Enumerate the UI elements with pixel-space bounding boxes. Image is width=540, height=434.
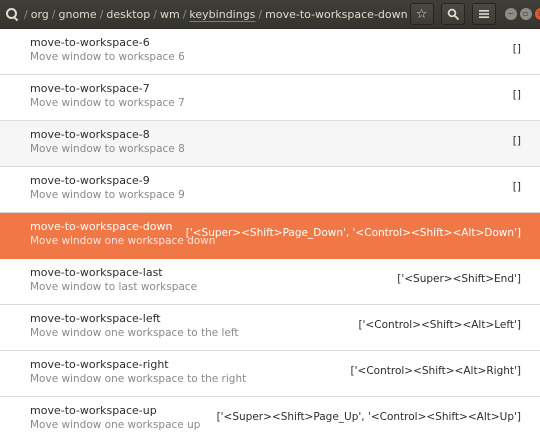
key-description: Move window to workspace 9 (30, 189, 185, 201)
key-description: Move window to workspace 8 (30, 143, 185, 155)
path-separator: / (258, 7, 263, 21)
breadcrumb-keybindings[interactable]: keybindings (189, 8, 255, 21)
key-name: move-to-workspace-6 (30, 36, 150, 49)
search-icon (447, 8, 459, 20)
breadcrumb-desktop[interactable]: desktop (106, 8, 150, 21)
key-name: move-to-workspace-up (30, 404, 157, 417)
key-value: ['<Control><Shift><Alt>Right'] (350, 365, 521, 377)
list-item-move-to-workspace-8[interactable]: move-to-workspace-8 Move window to works… (0, 121, 540, 167)
list-item-move-to-workspace-7[interactable]: move-to-workspace-7 Move window to works… (0, 75, 540, 121)
key-list: move-to-workspace-6 Move window to works… (0, 29, 540, 434)
key-description: Move window one workspace up (30, 419, 201, 431)
list-item-move-to-workspace-last[interactable]: move-to-workspace-last Move window to la… (0, 259, 540, 305)
dconf-editor-window: / org / gnome / desktop / wm / keybindin… (0, 0, 540, 434)
key-name: move-to-workspace-8 (30, 128, 150, 141)
key-description: Move window to workspace 7 (30, 97, 185, 109)
list-item-move-to-workspace-6[interactable]: move-to-workspace-6 Move window to works… (0, 29, 540, 75)
breadcrumb-gnome[interactable]: gnome (58, 8, 96, 21)
key-name: move-to-workspace-9 (30, 174, 150, 187)
key-value: [] (512, 89, 521, 101)
key-name: move-to-workspace-left (30, 312, 161, 325)
search-button[interactable] (440, 3, 465, 25)
path-separator: / (153, 7, 157, 21)
header-bar: / org / gnome / desktop / wm / keybindin… (0, 0, 540, 29)
key-name: move-to-workspace-7 (30, 82, 150, 95)
path-separator: / (24, 7, 28, 21)
path-separator: / (51, 7, 56, 21)
key-description: Move window to last workspace (30, 281, 198, 293)
key-description: Move window one workspace to the right (30, 373, 247, 385)
key-value: ['<Control><Shift><Alt>Left'] (358, 319, 521, 331)
breadcrumb-org[interactable]: org (31, 8, 49, 21)
list-item-move-to-workspace-9[interactable]: move-to-workspace-9 Move window to works… (0, 167, 540, 213)
list-item-move-to-workspace-left[interactable]: move-to-workspace-left Move window one w… (0, 305, 540, 351)
bookmark-button[interactable]: ☆ (409, 3, 434, 25)
key-value: [] (512, 135, 521, 147)
key-value: ['<Super><Shift>End'] (397, 273, 521, 285)
star-icon: ☆ (415, 6, 428, 22)
key-value: [] (512, 43, 521, 55)
key-value: [] (512, 181, 521, 193)
minimize-icon[interactable]: − (504, 8, 517, 20)
close-icon[interactable]: × (534, 8, 540, 20)
hamburger-menu-icon (478, 10, 489, 18)
search-path-icon[interactable] (5, 7, 19, 22)
list-item-move-to-workspace-right[interactable]: move-to-workspace-right Move window one … (0, 351, 540, 397)
key-description: Move window to workspace 6 (30, 51, 185, 63)
path-separator: / (182, 7, 187, 21)
key-value: ['<Super><Shift>Page_Down', '<Control><S… (185, 227, 521, 239)
key-name: move-to-workspace-last (30, 266, 163, 279)
path-separator: / (99, 7, 104, 21)
header-tools: ☆ − ▫ × (409, 3, 540, 25)
maximize-icon[interactable]: ▫ (519, 8, 532, 20)
key-name: move-to-workspace-down (30, 220, 173, 233)
key-name: move-to-workspace-right (30, 358, 169, 371)
path-bar: / org / gnome / desktop / wm / keybindin… (0, 0, 410, 29)
list-item-move-to-workspace-down[interactable]: move-to-workspace-down Move window one w… (0, 213, 540, 259)
key-value: ['<Super><Shift>Page_Up', '<Control><Shi… (216, 411, 521, 423)
breadcrumb-current-key[interactable]: move-to-workspace-down (265, 8, 407, 21)
menu-button[interactable] (471, 3, 496, 25)
window-controls: − ▫ × (504, 8, 540, 20)
key-description: Move window one workspace to the left (30, 327, 239, 339)
list-item-move-to-workspace-up[interactable]: move-to-workspace-up Move window one wor… (0, 397, 540, 434)
breadcrumb-wm[interactable]: wm (160, 8, 180, 21)
